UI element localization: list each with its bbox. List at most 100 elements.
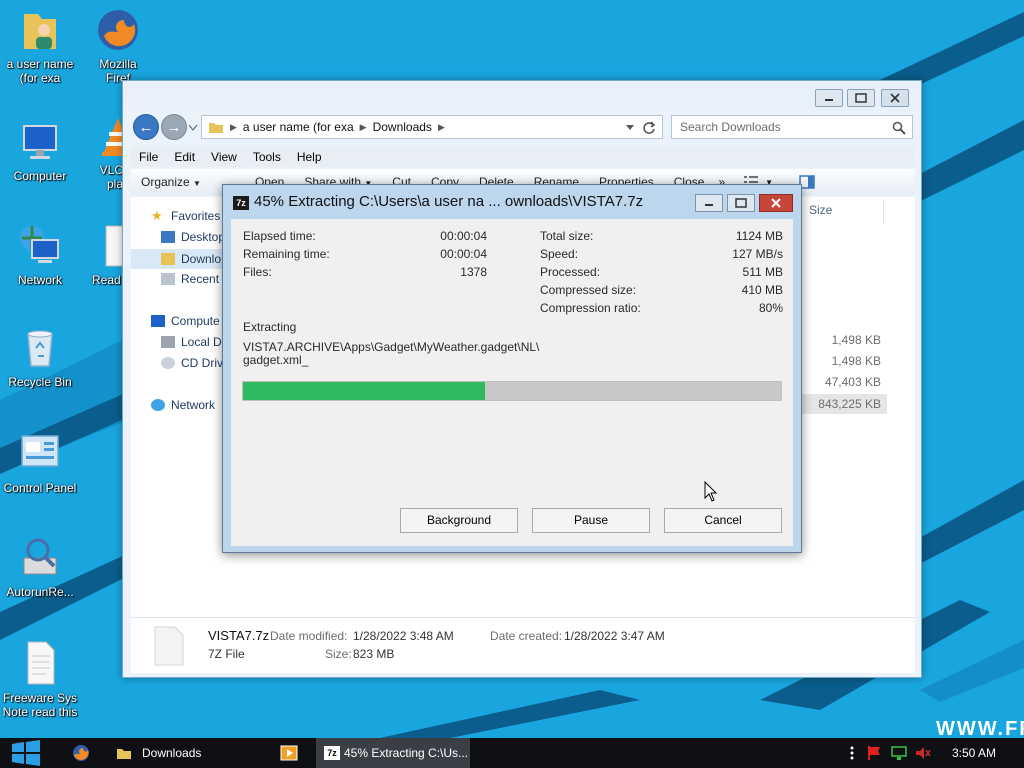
desktop-icon-network[interactable]: Network xyxy=(0,222,80,287)
details-size-label: Size: xyxy=(325,647,352,661)
desktop-icon-firefox[interactable]: Mozilla Firef xyxy=(78,6,158,85)
desktop-icon-recycle-bin[interactable]: Recycle Bin xyxy=(0,324,80,389)
desktop-icon-computer[interactable]: Computer xyxy=(0,118,80,183)
close-icon xyxy=(771,198,781,208)
action-center-flag-icon[interactable] xyxy=(866,745,882,761)
taskbar-firefox-button[interactable] xyxy=(70,742,92,764)
7zip-app-icon: 7z xyxy=(324,746,340,760)
nav-recent[interactable]: Recent xyxy=(161,272,219,286)
desktop-icon-autorun[interactable]: AutorunRe... xyxy=(0,534,80,599)
minimize-icon xyxy=(825,99,833,101)
close-button[interactable] xyxy=(881,89,909,107)
menu-file[interactable]: File xyxy=(131,150,166,164)
total-size-value: 1124 MB xyxy=(735,229,783,243)
nav-network[interactable]: Network xyxy=(151,398,215,412)
nav-favorites[interactable]: ★ Favorites xyxy=(151,209,220,223)
firefox-icon xyxy=(73,745,89,761)
processed-label: Processed: xyxy=(540,265,601,279)
desktop-icon-freeware-note[interactable]: Freeware Sys Note read this xyxy=(0,640,80,719)
breadcrumb-downloads[interactable]: Downloads xyxy=(373,120,432,134)
address-bar[interactable]: ▶ a user name (for exa ▶ Downloads ▶ xyxy=(201,115,663,139)
file-size-cell[interactable]: 1,498 KB xyxy=(797,354,887,368)
address-dropdown-icon[interactable] xyxy=(626,125,634,131)
forward-button[interactable]: → xyxy=(161,114,187,140)
maximize-button[interactable] xyxy=(847,89,875,107)
network-icon xyxy=(16,222,64,270)
file-size-cell-selected[interactable]: 843,225 KB xyxy=(797,394,887,414)
details-date-modified-label: Date modified: xyxy=(270,629,348,643)
nav-cd-drive[interactable]: CD Driv xyxy=(161,356,223,370)
current-file-path: VISTA7.ARCHIVE\Apps\Gadget\MyWeather.gad… xyxy=(243,340,540,354)
watermark-text: WWW.FR xyxy=(936,718,1024,738)
compression-ratio-value: 80% xyxy=(758,301,783,315)
nav-desktop[interactable]: Desktop xyxy=(161,230,225,244)
minimize-button[interactable] xyxy=(815,89,843,107)
close-icon xyxy=(890,93,900,103)
organize-label: Organize xyxy=(141,175,190,189)
network-status-icon[interactable] xyxy=(891,745,907,761)
desktop-icon-label: AutorunRe... xyxy=(6,585,74,599)
remaining-time-label: Remaining time: xyxy=(243,247,330,261)
breadcrumb-user[interactable]: a user name (for exa xyxy=(243,120,354,134)
files-label: Files: xyxy=(243,265,272,279)
taskbar-7zip-task[interactable]: 7z 45% Extracting C:\Us... xyxy=(316,738,470,768)
chevron-down-icon: ▼ xyxy=(193,179,201,188)
back-button[interactable]: ← xyxy=(133,114,159,140)
desktop-icon-control-panel[interactable]: Control Panel xyxy=(0,430,80,495)
dialog-title: 45% Extracting C:\Users\a user na ... ow… xyxy=(254,193,644,210)
column-divider xyxy=(883,199,884,223)
dialog-minimize-button[interactable] xyxy=(695,194,723,212)
desktop-folder-icon xyxy=(161,231,175,243)
nav-local-disk[interactable]: Local Di xyxy=(161,335,224,349)
column-header-size[interactable]: Size xyxy=(809,203,832,217)
background-button[interactable]: Background xyxy=(400,508,518,533)
menu-help[interactable]: Help xyxy=(289,150,330,164)
nav-computer[interactable]: Compute xyxy=(151,314,220,328)
status-label: Extracting xyxy=(243,320,297,334)
files-value: 1378 xyxy=(460,265,487,279)
processed-value: 511 MB xyxy=(742,265,783,279)
desktop-icon-label: Network xyxy=(17,273,62,287)
details-pane: VISTA7.7z 7Z File Date modified: 1/28/20… xyxy=(131,617,915,673)
explorer-title-bar[interactable] xyxy=(123,81,921,111)
minimize-icon xyxy=(705,204,713,206)
dialog-maximize-button[interactable] xyxy=(727,194,755,212)
downloads-folder-icon xyxy=(161,253,175,265)
nav-downloads-label: Downlo xyxy=(181,252,222,266)
tray-overflow-icon[interactable] xyxy=(844,745,860,761)
desktop-icon-label: Freeware Sys Note read this xyxy=(2,691,78,719)
system-clock[interactable]: 3:50 AM xyxy=(948,738,1000,768)
volume-muted-icon[interactable] xyxy=(915,745,931,761)
recent-places-icon xyxy=(161,273,175,285)
menu-tools[interactable]: Tools xyxy=(245,150,289,164)
total-size-label: Total size: xyxy=(540,229,594,243)
organize-button[interactable]: Organize ▼ xyxy=(131,175,211,189)
windows-logo-icon xyxy=(12,740,40,766)
file-size-cell[interactable]: 47,403 KB xyxy=(797,375,887,389)
recycle-bin-icon xyxy=(16,324,64,372)
desktop-icon-user-folder[interactable]: a user name (for exa xyxy=(0,6,80,85)
cancel-button[interactable]: Cancel xyxy=(664,508,782,533)
taskbar-media-player-button[interactable] xyxy=(278,742,300,764)
search-placeholder: Search Downloads xyxy=(680,120,781,134)
elapsed-time-label: Elapsed time: xyxy=(243,229,316,243)
star-icon: ★ xyxy=(151,208,163,223)
nav-downloads[interactable]: Downlo xyxy=(131,249,225,269)
pause-button[interactable]: Pause xyxy=(532,508,650,533)
refresh-icon[interactable] xyxy=(642,121,656,135)
breadcrumb-separator-icon: ▶ xyxy=(359,121,367,132)
dialog-title-bar[interactable]: 7z 45% Extracting C:\Users\a user na ...… xyxy=(223,185,801,219)
desktop-icon-label: Computer xyxy=(13,169,67,183)
taskbar-7zip-label: 45% Extracting C:\Us... xyxy=(344,746,469,760)
address-row: ← → ▶ a user name (for exa ▶ Downloads ▶… xyxy=(123,111,921,145)
menu-view[interactable]: View xyxy=(203,150,245,164)
taskbar-explorer-task[interactable]: Downloads xyxy=(108,738,264,768)
file-size-cell[interactable]: 1,498 KB xyxy=(797,333,887,347)
menu-edit[interactable]: Edit xyxy=(166,150,203,164)
start-button[interactable] xyxy=(0,738,52,768)
recent-locations-chevron-icon[interactable] xyxy=(189,125,197,131)
search-icon[interactable] xyxy=(892,121,906,135)
search-input[interactable]: Search Downloads xyxy=(671,115,913,139)
details-date-created: 1/28/2022 3:47 AM xyxy=(564,629,665,643)
dialog-close-button[interactable] xyxy=(759,194,793,212)
